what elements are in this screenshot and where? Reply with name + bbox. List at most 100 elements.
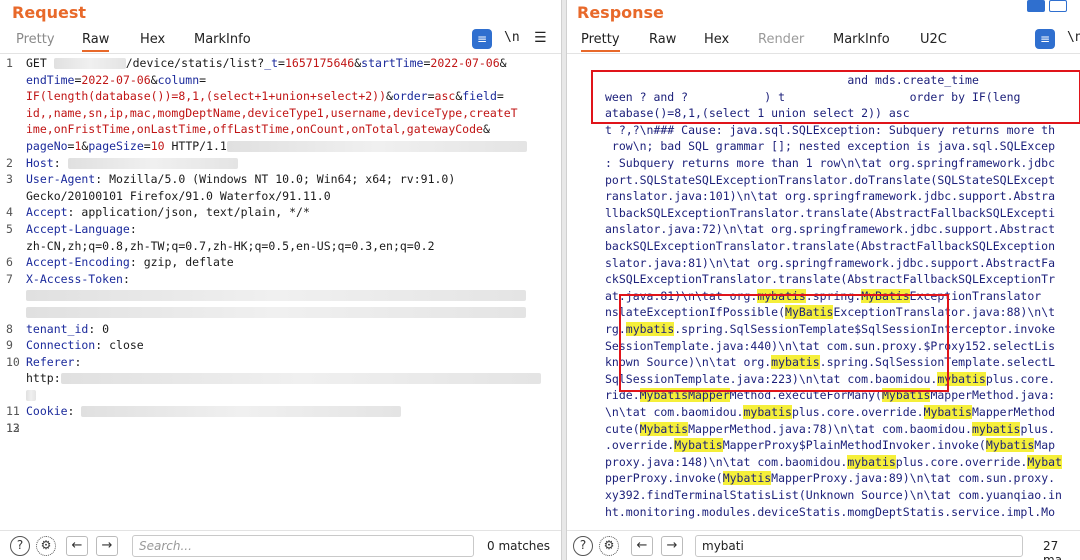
code-text: :	[53, 155, 68, 170]
code-text: : Mozilla/5.0 (Windows NT 10.0; Win64; x…	[95, 172, 456, 187]
response-editor[interactable]: and mds.create_time ween ? and ? ) t orde…	[567, 55, 1080, 530]
prev-match-arrow-icon[interactable]: ←	[631, 536, 653, 556]
line-number: 1	[6, 56, 13, 70]
search-input[interactable]: mybati	[695, 535, 1023, 557]
request-line: 11 Cookie:	[0, 403, 561, 420]
search-match-highlight: Mybatis	[923, 405, 972, 419]
request-line: 10 Referer:	[0, 354, 561, 371]
tab-raw[interactable]: Raw	[649, 32, 676, 52]
response-line: cute(MybatisMapperMethod.java:78)\n\tat …	[605, 421, 1056, 436]
code-text: :	[129, 221, 137, 236]
header-key: pageNo	[26, 138, 68, 153]
response-line: pperProxy.invoke(MybatisMapperProxy.java…	[605, 471, 1056, 486]
code-text: HTTP/1.1	[164, 138, 227, 153]
newline-toggle[interactable]: \n	[1067, 30, 1080, 45]
request-line: http:	[0, 370, 561, 387]
tab-hex[interactable]: Hex	[140, 32, 165, 52]
code-text: &	[386, 89, 393, 104]
next-match-arrow-icon[interactable]: →	[96, 536, 118, 556]
line-number: 7	[6, 271, 13, 286]
request-line	[0, 287, 561, 304]
tab-u2c[interactable]: U2C	[920, 32, 947, 52]
help-icon[interactable]: ?	[10, 536, 30, 556]
response-line: t ?,?\n### Cause: java.sql.SQLException:…	[605, 122, 1056, 137]
settings-gear-icon[interactable]: ⚙	[599, 536, 619, 556]
tab-raw[interactable]: Raw	[82, 32, 110, 52]
param-value: IF(length(database())=8,1,(select+1+unio…	[26, 89, 387, 104]
redacted-block	[26, 389, 36, 401]
request-line: 5 Accept-Language:	[0, 221, 561, 238]
line-number: 5	[6, 221, 13, 236]
code-text: : 0	[88, 321, 110, 336]
request-title: Request	[12, 3, 87, 22]
line-number: 10	[6, 354, 20, 369]
line-number: 13	[6, 421, 20, 436]
response-line: .override.MybatisMapperProxy$PlainMethod…	[605, 438, 1056, 453]
response-line: ranslator.java:101)\n\tat org.springfram…	[605, 189, 1056, 204]
search-match-highlight: Mybat	[1027, 454, 1062, 469]
response-line: xy392.findTerminalStatisList(Unknown Sou…	[605, 488, 1062, 502]
header-key: User-Agent	[26, 172, 96, 187]
request-line: 4 Accept: application/json, text/plain, *…	[0, 204, 561, 221]
request-line: 8 tenant_id: 0	[0, 321, 561, 338]
code-text: /device/statis/list?	[125, 56, 265, 70]
code-text: : gzip, deflate	[129, 255, 234, 270]
header-key: Accept-Language	[26, 221, 130, 236]
header-key: startTime	[361, 56, 424, 70]
request-line: 9 Connection: close	[0, 337, 561, 354]
line-number: 6	[6, 255, 13, 270]
request-line: 3 User-Agent: Mozilla/5.0 (Windows NT 10.…	[0, 171, 561, 188]
tab-markinfo[interactable]: MarkInfo	[833, 32, 890, 52]
request-line: zh-CN,zh;q=0.8,zh-TW;q=0.7,zh-HK;q=0.5,e…	[0, 238, 561, 255]
mybatis-highlight-box	[619, 294, 949, 392]
tab-markinfo[interactable]: MarkInfo	[194, 32, 251, 52]
request-line: ime,onFristTime,onLastTime,offLastTime,o…	[0, 121, 561, 138]
header-key: Referer	[26, 354, 75, 369]
response-line: llbackSQLExceptionTranslator.translate(A…	[605, 205, 1056, 220]
response-line: ht.monitoring.modules.deviceStatis.momgD…	[605, 504, 1056, 519]
response-line: slator.java:81)\n\tat org.springframewor…	[605, 255, 1056, 270]
header-key: Connection	[26, 338, 96, 353]
request-line: 7 X-Access-Token:	[0, 271, 561, 288]
settings-gear-icon[interactable]: ⚙	[36, 536, 56, 556]
param-value: asc	[434, 89, 456, 104]
header-key: endTime	[26, 72, 75, 87]
layout-alt-icon[interactable]	[1049, 0, 1067, 12]
response-line: : Subquery returns more than 1 row\n\tat…	[605, 156, 1056, 170]
menu-icon[interactable]: ☰	[534, 30, 547, 46]
match-count: 27 ma	[1043, 539, 1063, 560]
match-count: 0 matches	[487, 539, 551, 553]
header-key: X-Access-Token	[26, 271, 123, 286]
line-number: 4	[6, 205, 13, 220]
line-number: 2	[6, 155, 13, 170]
tab-pretty[interactable]: Pretty	[16, 32, 55, 52]
tab-hex[interactable]: Hex	[704, 32, 729, 52]
help-icon[interactable]: ?	[573, 536, 593, 556]
redacted-block	[81, 406, 402, 418]
wrap-toggle-icon[interactable]: ≡	[1035, 29, 1055, 49]
response-line: port.SQLStateSQLExceptionTranslator.doTr…	[605, 172, 1056, 187]
code-text: =	[199, 72, 207, 87]
line-number: 11	[6, 404, 20, 419]
next-match-arrow-icon[interactable]: →	[661, 536, 683, 556]
tab-pretty[interactable]: Pretty	[581, 32, 620, 52]
redacted-block	[60, 373, 541, 385]
redacted-block	[26, 306, 526, 318]
search-input[interactable]: Search...	[132, 535, 474, 557]
wrap-toggle-icon[interactable]: ≡	[472, 29, 492, 49]
request-line: IF(length(database())=8,1,(select+1+unio…	[0, 88, 561, 105]
layout-icon[interactable]	[1027, 0, 1045, 12]
request-editor[interactable]: 1 GET /device/statis/list?_t=1657175646&s…	[0, 55, 561, 530]
header-key: _t	[264, 56, 279, 70]
request-line: 1 GET /device/statis/list?_t=1657175646 & s…	[0, 55, 561, 72]
response-line: ckSQLExceptionTranslator.translate(Abstr…	[605, 272, 1056, 287]
request-line: id,,name,sn,ip,mac,momgDeptName,deviceTy…	[0, 105, 561, 122]
code-text: : application/json, text/plain, */*	[67, 205, 310, 220]
newline-toggle[interactable]: \n	[504, 30, 520, 45]
request-search-bar: ? ⚙ ← → Search... 0 matches	[0, 530, 561, 560]
tab-render[interactable]: Render	[758, 32, 804, 52]
line-number: 3	[6, 172, 13, 187]
prev-match-arrow-icon[interactable]: ←	[66, 536, 88, 556]
param-value: 2022-07-06	[81, 72, 151, 87]
search-match-highlight: Mybatis	[674, 438, 723, 453]
